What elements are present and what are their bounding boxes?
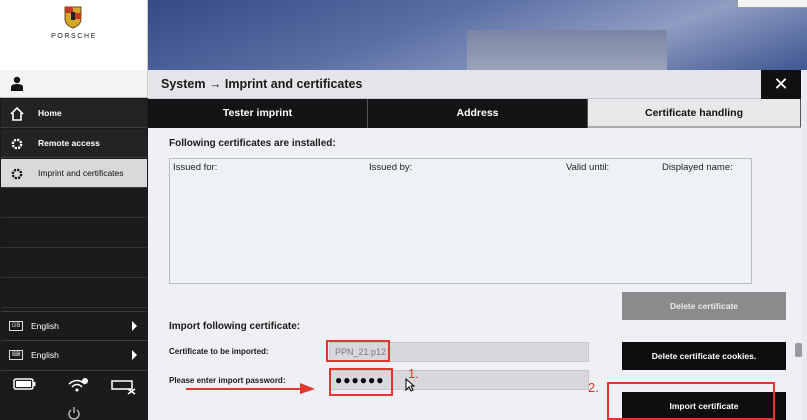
tab-certificate-handling[interactable]: Certificate handling	[588, 99, 801, 128]
user-button[interactable]	[0, 70, 148, 98]
language-label: English	[31, 321, 59, 331]
delete-cookies-button[interactable]: Delete certificate cookies.	[622, 342, 786, 370]
sidebar-empty-row	[1, 189, 147, 218]
sidebar-item-label: Remote access	[38, 138, 100, 148]
page-title: System → Imprint and certificates	[161, 77, 363, 91]
installed-title: Following certificates are installed:	[169, 138, 336, 149]
scrollbar-handle[interactable]	[795, 343, 802, 357]
porsche-crest-icon	[64, 6, 82, 29]
cert-file-label: Certificate to be imported:	[169, 347, 269, 356]
close-button[interactable]: ✕	[761, 70, 801, 99]
status-bar	[1, 370, 147, 402]
annotation-step-2: 2.	[588, 380, 599, 395]
brand-wordmark: PORSCHE	[51, 33, 97, 40]
tab-tester-imprint[interactable]: Tester imprint	[148, 99, 368, 128]
chevron-right-icon	[132, 350, 137, 360]
sidebar-empty-row	[1, 279, 147, 308]
tab-address[interactable]: Address	[368, 99, 588, 128]
tab-bar: Tester imprint Address Certificate handl…	[148, 99, 801, 128]
banner-corner-tab	[737, 0, 807, 8]
gear-icon	[11, 138, 23, 150]
banner-image	[467, 30, 667, 70]
dialog-title-bar: System → Imprint and certificates	[148, 70, 801, 99]
sidebar-item-remote-access[interactable]: Remote access	[1, 129, 147, 158]
chevron-right-icon	[132, 321, 137, 331]
logo: PORSCHE	[0, 0, 148, 70]
sidebar: PORSCHE Home Remote access Imprint and c…	[0, 0, 148, 420]
language-label: English	[31, 350, 59, 360]
sidebar-item-home[interactable]: Home	[1, 99, 147, 128]
wifi-icon	[68, 378, 88, 392]
keyboard-icon: ⌨	[9, 350, 23, 360]
column-header: Displayed name:	[662, 162, 733, 173]
sidebar-empty-row	[1, 219, 147, 248]
sidebar-item-label: Home	[38, 108, 62, 118]
language-select-display[interactable]: GB English	[1, 311, 147, 339]
user-icon	[11, 76, 23, 91]
annotation-box-password	[329, 368, 393, 396]
gb-flag-icon: GB	[9, 321, 23, 331]
network-disconnected-icon	[111, 380, 136, 395]
sidebar-item-imprint-certificates[interactable]: Imprint and certificates	[1, 159, 147, 188]
annotation-box-cert	[326, 340, 390, 362]
language-select-keyboard[interactable]: ⌨ English	[1, 340, 147, 368]
column-header: Issued by:	[369, 162, 413, 173]
certificate-panel: Following certificates are installed: Is…	[148, 128, 801, 420]
import-title: Import following certificate:	[169, 321, 301, 332]
battery-icon	[13, 378, 36, 390]
gear-icon	[11, 168, 23, 180]
sidebar-empty-row	[1, 249, 147, 278]
column-header: Issued for:	[173, 162, 218, 173]
power-button[interactable]	[1, 402, 147, 420]
column-header: Valid until:	[566, 162, 610, 173]
mouse-cursor-icon	[405, 378, 415, 392]
header-banner	[148, 0, 807, 70]
delete-certificate-button[interactable]: Delete certificate	[622, 292, 786, 320]
power-icon	[68, 407, 80, 420]
home-icon	[10, 107, 24, 121]
certificate-table[interactable]: Issued for: Issued by: Valid until: Disp…	[169, 158, 752, 284]
annotation-box-import	[607, 382, 775, 420]
sidebar-item-label: Imprint and certificates	[38, 168, 124, 178]
annotation-arrow-icon	[186, 383, 315, 394]
